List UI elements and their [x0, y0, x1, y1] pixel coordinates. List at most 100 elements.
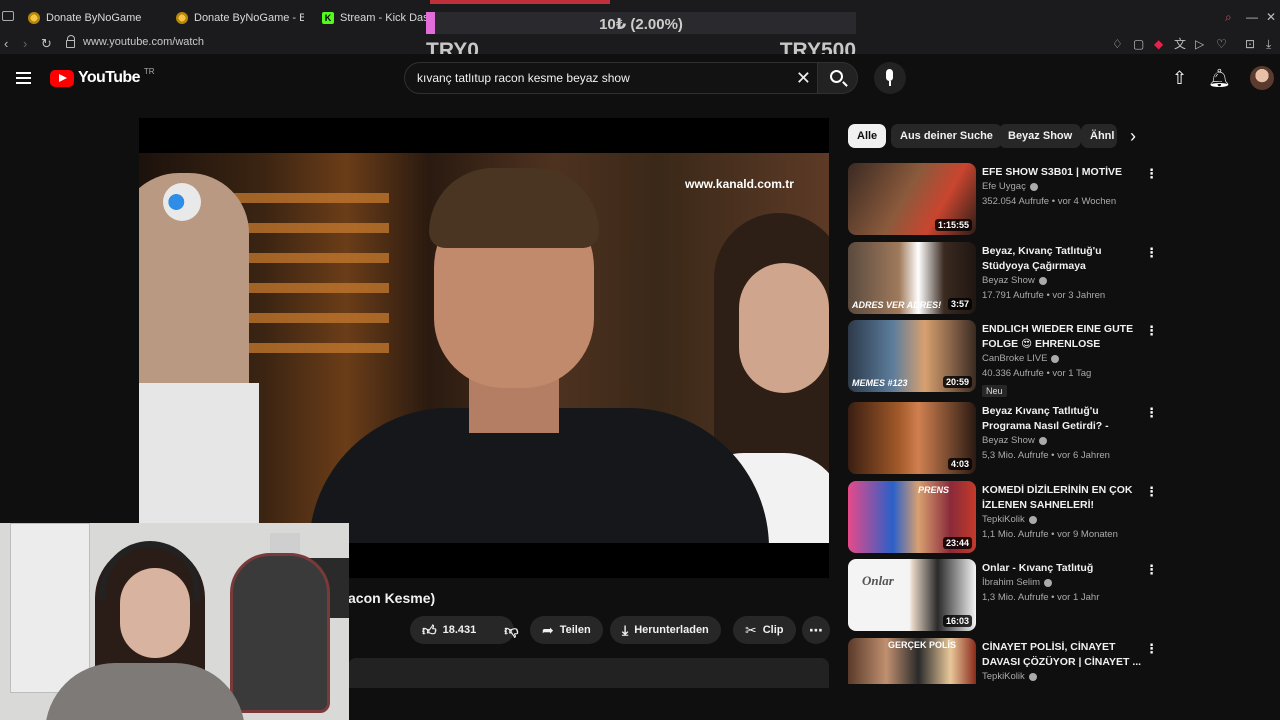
pocket-icon[interactable]: ◆	[1154, 37, 1163, 51]
related-channel[interactable]: Beyaz Show	[982, 435, 1047, 446]
related-channel[interactable]: Beyaz Show	[982, 275, 1047, 286]
like-dislike-group: 👍︎ 18.431 👎︎	[410, 616, 519, 644]
related-video[interactable]: 4:03 Beyaz Kıvanç Tatlıtuğ'u Programa Na…	[848, 402, 1158, 478]
bookmark-star-icon[interactable]: ♢	[1112, 37, 1123, 51]
forward-icon[interactable]: ›	[23, 35, 27, 53]
channel-name: İbrahim Selim	[982, 577, 1041, 588]
related-title[interactable]: Beyaz, Kıvanç Tatlıtuğ'u Stüdyoya Çağırm…	[982, 244, 1142, 274]
clip-button[interactable]: ✂ Clip	[733, 616, 796, 644]
share-button[interactable]: ➦ Teilen	[530, 616, 603, 644]
related-video[interactable]: ADRES VER ADRES! 3:57 Beyaz, Kıvanç Tatl…	[848, 242, 1158, 318]
verified-icon	[1029, 182, 1038, 191]
duration-badge: 23:44	[942, 537, 972, 549]
video-thumbnail[interactable]: MEMES #123 20:59	[848, 320, 976, 392]
download-icon[interactable]: ⤓	[1266, 37, 1271, 51]
snapshot-icon[interactable]: ▢	[1133, 37, 1144, 51]
like-icon[interactable]: 👍︎	[422, 623, 437, 637]
related-title[interactable]: EFE SHOW S3B01 | MOTİVE	[982, 165, 1142, 180]
donation-goal-text: 10₺ (2.00%)	[599, 16, 683, 33]
background-light-stripe	[229, 253, 389, 263]
video-thumbnail[interactable]: PRENS 23:44	[848, 481, 976, 553]
search-button[interactable]	[818, 62, 858, 94]
download-button[interactable]: ⤓ Herunterladen	[610, 616, 721, 644]
related-channel[interactable]: TepkiKolik	[982, 514, 1037, 525]
upload-icon[interactable]: ⇧	[1172, 66, 1187, 90]
video-thumbnail[interactable]: ADRES VER ADRES! 3:57	[848, 242, 976, 314]
channel-name: Beyaz Show	[982, 275, 1035, 286]
related-title[interactable]: Beyaz Kıvanç Tatlıtuğ'u Programa Nasıl G…	[982, 404, 1142, 434]
heart-icon[interactable]: ♡	[1216, 37, 1227, 51]
translate-icon[interactable]: 文	[1174, 37, 1186, 51]
like-count[interactable]: 18.431	[443, 624, 477, 636]
tab-label: Donate ByNoGame - BNG	[194, 12, 304, 24]
related-video[interactable]: 1:15:55 EFE SHOW S3B01 | MOTİVE Efe Uyga…	[848, 163, 1158, 239]
voice-search-icon[interactable]	[874, 62, 906, 94]
related-channel[interactable]: CanBroke LIVE	[982, 353, 1060, 364]
search-input[interactable]: kıvanç tatlıtup racon kesme beyaz show	[417, 71, 630, 85]
reload-icon[interactable]: ↻	[41, 35, 52, 53]
more-vertical-icon[interactable]: ⋮	[1145, 563, 1158, 576]
more-vertical-icon[interactable]: ⋮	[1145, 642, 1158, 655]
related-title[interactable]: CİNAYET POLİSİ, CİNAYET DAVASI ÇÖZÜYOR |…	[982, 640, 1142, 670]
tab-donate-bynogame[interactable]: Donate ByNoGame	[28, 6, 158, 30]
chip-aus-deiner-suche[interactable]: Aus deiner Suche	[891, 124, 1002, 148]
dislike-icon[interactable]: 👎︎	[504, 623, 518, 637]
tab-donate-bynogame-bng[interactable]: Donate ByNoGame - BNG	[176, 6, 304, 30]
search-box[interactable]: kıvanç tatlıtup racon kesme beyaz show ✕	[404, 62, 818, 94]
send-icon[interactable]: ▷	[1195, 37, 1204, 51]
related-title[interactable]: Onlar - Kıvanç Tatlıtuğ	[982, 561, 1142, 576]
window-menu-icon[interactable]	[2, 11, 14, 21]
more-vertical-icon[interactable]: ⋮	[1145, 246, 1158, 259]
related-meta: 40.336 Aufrufe • vor 1 Tag	[982, 368, 1092, 379]
video-thumbnail[interactable]: 1:15:55	[848, 163, 976, 235]
new-badge: Neu	[982, 385, 1007, 397]
channel-name: CanBroke LIVE	[982, 353, 1048, 364]
youtube-logo[interactable]: YouTube TR	[50, 67, 155, 87]
duration-badge: 4:03	[947, 458, 972, 470]
related-video[interactable]: MEMES #123 20:59 ENDLICH WIEDER EINE GUT…	[848, 320, 1158, 397]
more-actions-button[interactable]: ⋯	[802, 616, 830, 644]
video-frame[interactable]: www.kanald.com.tr	[139, 153, 829, 543]
related-title[interactable]: KOMEDİ DİZİLERİNİN EN ÇOK İZLENEN SAHNEL…	[982, 483, 1142, 513]
channel-name: TepkiKolik	[982, 514, 1025, 525]
extensions-icon[interactable]: ⊡	[1245, 37, 1255, 51]
related-video[interactable]: PRENS 23:44 KOMEDİ DİZİLERİNİN EN ÇOK İZ…	[848, 481, 1158, 557]
background-light-stripe	[229, 343, 389, 353]
related-meta: 1,1 Mio. Aufrufe • vor 9 Monaten	[982, 529, 1118, 540]
notifications-bell-icon[interactable]: 🔔︎	[1208, 66, 1231, 90]
duration-badge: 3:57	[947, 298, 972, 310]
related-video[interactable]: GERÇEK POLİS CİNAYET POLİSİ, CİNAYET DAV…	[848, 638, 1158, 684]
search-icon[interactable]: ⌕	[1225, 10, 1232, 24]
chip-aehnlich[interactable]: Ähnl	[1081, 124, 1117, 148]
video-thumbnail[interactable]: GERÇEK POLİS	[848, 638, 976, 684]
account-avatar[interactable]	[1250, 66, 1274, 90]
tab-kick-dashboard[interactable]: K Stream - Kick Dashb	[322, 6, 426, 30]
thumbnail-caption: ADRES VER ADRES!	[852, 300, 942, 310]
related-channel[interactable]: İbrahim Selim	[982, 577, 1053, 588]
related-channel[interactable]: TepkiKolik	[982, 671, 1037, 682]
video-thumbnail[interactable]: 4:03	[848, 402, 976, 474]
headset-icon	[100, 541, 200, 601]
related-channel[interactable]: Efe Uygaç	[982, 181, 1038, 192]
back-icon[interactable]: ‹	[4, 35, 8, 53]
description-box[interactable]	[348, 658, 829, 688]
more-vertical-icon[interactable]: ⋮	[1145, 324, 1158, 337]
clear-search-icon[interactable]: ✕	[796, 68, 811, 88]
video-player[interactable]: www.kanald.com.tr	[139, 118, 829, 578]
more-vertical-icon[interactable]: ⋮	[1145, 485, 1158, 498]
chip-alle[interactable]: Alle	[848, 124, 887, 148]
minimize-icon[interactable]: —	[1246, 10, 1258, 24]
related-video[interactable]: Onlar 16:03 Onlar - Kıvanç Tatlıtuğ İbra…	[848, 559, 1158, 635]
guest-hair	[429, 168, 599, 248]
more-vertical-icon[interactable]: ⋮	[1145, 167, 1158, 180]
menu-hamburger-icon[interactable]	[16, 72, 31, 84]
chip-beyaz-show[interactable]: Beyaz Show	[999, 124, 1082, 148]
url-field[interactable]: www.youtube.com/watch	[66, 34, 204, 48]
related-title[interactable]: ENDLICH WIEDER EINE GUTE FOLGE 😍 EHRENLO…	[982, 322, 1142, 352]
download-label: Herunterladen	[634, 624, 709, 636]
youtube-wordmark: YouTube	[78, 69, 140, 86]
chevron-right-icon[interactable]: ›	[1130, 126, 1136, 146]
video-thumbnail[interactable]: Onlar 16:03	[848, 559, 976, 631]
more-vertical-icon[interactable]: ⋮	[1145, 406, 1158, 419]
close-window-icon[interactable]: ✕	[1266, 10, 1276, 24]
